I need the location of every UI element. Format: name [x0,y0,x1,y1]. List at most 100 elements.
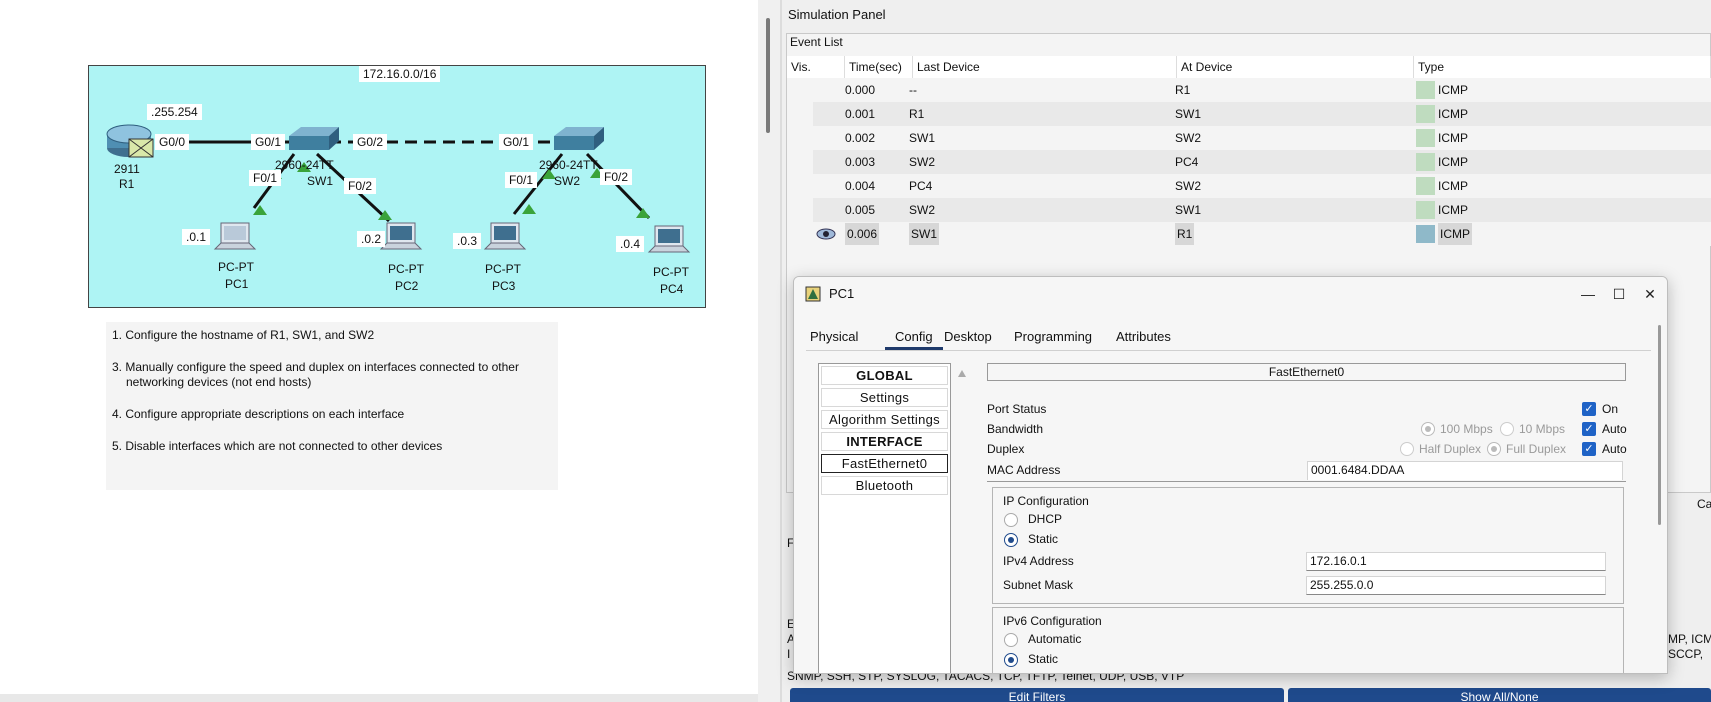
event-last-device: PC4 [909,179,933,193]
link-light [522,204,536,214]
pc-icon [483,222,527,250]
switch-icon [554,127,604,150]
tab-config[interactable]: Config [885,327,943,350]
bandwidth-10-radio[interactable] [1500,422,1514,436]
side-text: SCCP, [1668,647,1704,661]
instruction-text: networking devices (not end hosts) [126,375,312,389]
event-row[interactable]: 0.005 SW2 SW1 ICMP [813,198,1711,222]
link-light [636,208,650,218]
duplex-auto-checkbox[interactable]: ✓ [1582,442,1596,456]
mac-row: MAC Address 0001.6484.DDAA [987,460,1626,482]
event-row[interactable]: 0.006 SW1 R1 ICMP [813,222,1711,246]
side-text: MP, ICM [1668,632,1711,646]
dialog-title-bar[interactable]: PC1 — ☐ ✕ [794,277,1667,311]
event-row[interactable]: 0.000 -- R1 ICMP [813,78,1711,102]
topology-canvas[interactable]: 172.16.0.0/16 .255.254 G0/0 G0/1 G0/2 F0… [88,65,706,308]
tab-desktop[interactable]: Desktop [944,327,992,347]
ip-config-group: IP Configuration DHCP Static IPv4 Addres… [992,487,1624,604]
ipv4-address-field[interactable]: 172.16.0.1 [1306,552,1606,571]
pc1-dialog: PC1 — ☐ ✕ Physical Config Desktop Progra… [793,276,1668,674]
full-duplex-radio[interactable] [1487,442,1501,456]
nav-item-algorithm-settings[interactable]: Algorithm Settings [821,410,948,429]
port-label: F0/2 [600,169,633,185]
ip-label: .0.1 [182,229,211,245]
instruction-item: 5. Disable interfaces which are not conn… [112,439,443,453]
event-last-device: SW1 [909,223,940,245]
bandwidth-100-radio[interactable] [1421,422,1435,436]
switch-name: SW2 [554,174,581,188]
subnet-mask-field[interactable]: 255.255.0.0 [1306,576,1606,595]
filter-buttons: Edit Filters Show All/None [788,688,1711,702]
pane-splitter[interactable] [758,0,782,702]
event-row[interactable]: 0.002 SW1 SW2 ICMP [813,126,1711,150]
event-type-color [1416,225,1435,243]
event-row[interactable]: 0.004 PC4 SW2 ICMP [813,174,1711,198]
dhcp-radio[interactable] [1004,513,1018,527]
instructions-note: 1. Configure the hostname of R1, SW1, an… [106,322,558,490]
pc-type: PC-PT [485,262,521,276]
ipv6-static-label: Static [1028,652,1059,666]
ipv6-static-radio[interactable] [1004,653,1018,667]
mac-address-field[interactable]: 0001.6484.DDAA [1307,461,1623,480]
nav-item-bluetooth[interactable]: Bluetooth [821,476,948,495]
port-status-checkbox[interactable]: ✓ [1582,402,1596,416]
scrollbar-thumb[interactable] [1658,325,1661,525]
pc-type: PC-PT [218,260,254,274]
event-at-device: R1 [1175,223,1195,245]
event-row[interactable]: 0.003 SW2 PC4 ICMP [813,150,1711,174]
bandwidth-auto-label: Auto [1602,422,1627,436]
ipv6-automatic-radio[interactable] [1004,633,1018,647]
nav-item-fastethernet0[interactable]: FastEthernet0 [821,454,948,473]
nav-item-settings[interactable]: Settings [821,388,948,407]
dialog-scrollbar[interactable] [1656,315,1664,673]
half-duplex-radio[interactable] [1400,442,1414,456]
column-header[interactable]: Last Device [913,56,1177,78]
duplex-auto-label: Auto [1602,442,1627,456]
ipv4-label: IPv4 Address [1003,554,1074,568]
port-label: F0/2 [344,178,377,194]
static-radio[interactable] [1004,533,1018,547]
maximize-button[interactable]: ☐ [1607,283,1631,305]
edit-filters-button[interactable]: Edit Filters [790,688,1284,702]
port-label: G0/1 [251,134,286,150]
event-at-device: PC4 [1175,155,1199,169]
side-text: Ca [1697,497,1711,511]
event-type-color [1416,153,1435,171]
event-at-device: R1 [1175,83,1191,97]
event-type-color [1416,105,1435,123]
column-header[interactable]: Time(sec) [845,56,913,78]
column-header[interactable]: At Device [1177,56,1414,78]
port-status-row: Port Status ✓ On [987,399,1626,419]
port-label: G0/0 [155,134,190,150]
event-type: ICMP [1438,107,1468,121]
dialog-title: PC1 [829,286,855,301]
tab-programming[interactable]: Programming [1014,327,1092,347]
event-type: ICMP [1438,131,1468,145]
column-header[interactable]: Vis. [787,56,845,78]
event-time: 0.003 [845,155,876,169]
ip-config-title: IP Configuration [1003,494,1089,508]
column-header[interactable]: Type [1414,56,1711,78]
mac-label: MAC Address [987,463,1061,477]
event-row[interactable]: 0.001 R1 SW1 ICMP [813,102,1711,126]
tab-physical[interactable]: Physical [810,327,858,347]
duplex-row: Duplex Half Duplex Full Duplex ✓ Auto [987,439,1627,459]
tab-attributes[interactable]: Attributes [1116,327,1171,347]
minimize-button[interactable]: — [1576,283,1600,305]
scroll-up-icon[interactable] [957,369,967,379]
ipv6-config-title: IPv6 Configuration [1003,614,1102,628]
router-name: R1 [119,177,135,191]
config-nav-list[interactable]: GLOBAL Settings Algorithm Settings INTER… [818,363,951,673]
close-button[interactable]: ✕ [1638,283,1662,305]
panel-title: Simulation Panel [788,7,886,22]
eye-icon[interactable] [816,227,836,241]
splitter-scrollbar[interactable] [766,18,770,133]
event-type: ICMP [1438,203,1468,217]
show-all-none-button[interactable]: Show All/None [1288,688,1711,702]
side-text: I [787,647,791,661]
bandwidth-auto-checkbox[interactable]: ✓ [1582,422,1596,436]
instruction-item: 3. Manually configure the speed and dupl… [112,360,552,390]
tab-divider [806,350,1651,351]
mask-label: .255.254 [147,104,202,120]
event-last-device: SW2 [909,203,936,217]
